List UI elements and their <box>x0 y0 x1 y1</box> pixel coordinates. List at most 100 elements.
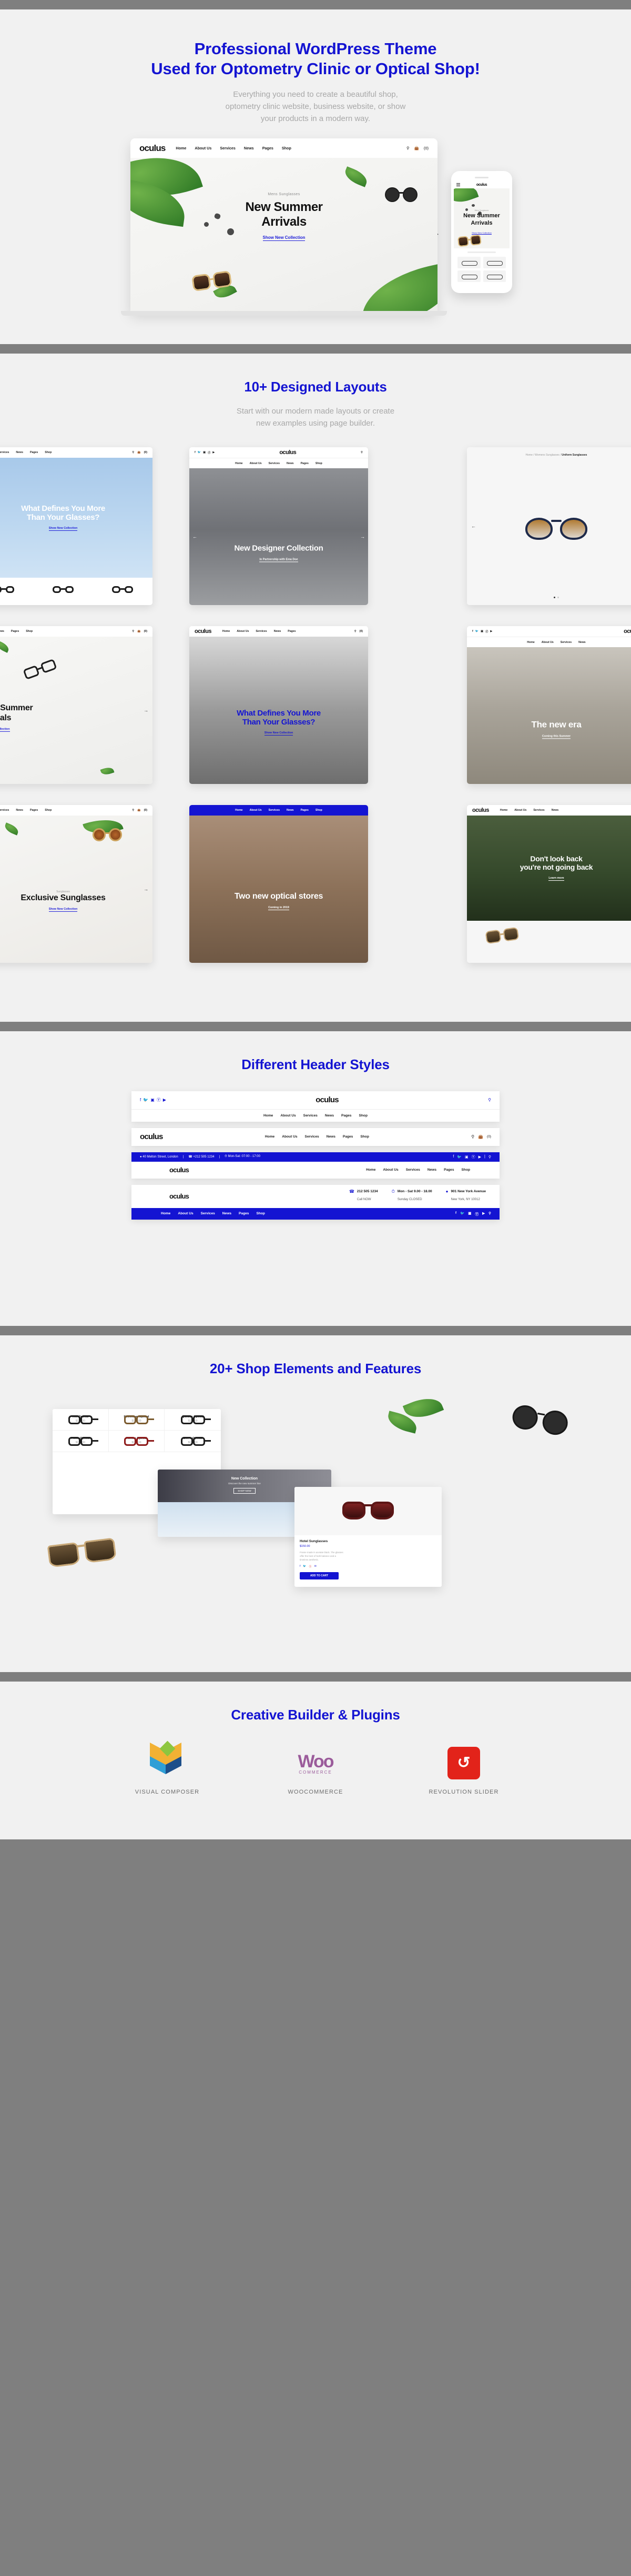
tile-cta[interactable]: Show New Collection <box>48 527 78 531</box>
search-icon[interactable]: ⚲ <box>132 451 134 454</box>
instagram-icon[interactable]: ▣ <box>481 630 483 633</box>
search-icon[interactable]: ⚲ <box>488 1098 491 1102</box>
mail-icon[interactable]: ✉ <box>314 1565 317 1568</box>
tile-cta[interactable]: In Partnership with Ema Doe <box>259 558 298 562</box>
tile-cta[interactable]: Show New Collection <box>48 908 78 912</box>
menu-item-pages[interactable]: Pages <box>11 630 19 633</box>
menu-item-home[interactable]: Home <box>263 1114 273 1118</box>
slide-cta-link[interactable]: Show New Collection <box>262 235 306 241</box>
slider-next-arrow-icon[interactable]: → <box>360 534 365 539</box>
menu-item-home[interactable]: Home <box>176 146 186 150</box>
menu-item-services[interactable]: Services <box>269 809 280 812</box>
cart-icon[interactable]: 👜 <box>137 630 140 633</box>
menu-item-news[interactable]: News <box>578 641 586 644</box>
instagram-icon[interactable]: ▣ <box>150 1098 155 1102</box>
menu-item-home[interactable]: Home <box>235 809 242 812</box>
product-cell[interactable]: Kilo Optical $120.00 <box>53 1408 109 1431</box>
twitter-icon[interactable]: 🐦 <box>460 1211 464 1216</box>
youtube-icon[interactable]: ▶ <box>163 1098 166 1102</box>
menu-item-services[interactable]: Services <box>0 451 9 454</box>
menu-item-about-us[interactable]: About Us <box>514 809 526 812</box>
menu-item-news[interactable]: News <box>327 1135 335 1139</box>
menu-item-news[interactable]: News <box>244 146 254 150</box>
instagram-icon[interactable]: ▣ <box>465 1155 469 1159</box>
layout-tile-sky-glasses[interactable]: About Us Services News Pages Shop ⚲ 👜 (0… <box>0 447 152 606</box>
twitter-icon[interactable]: 🐦 <box>143 1098 148 1102</box>
pinterest-icon[interactable]: Ⓨ <box>485 630 488 633</box>
product-cell[interactable]: November Optical $140.00 <box>108 1408 165 1431</box>
facebook-icon[interactable]: f <box>453 1155 454 1159</box>
menu-item-news[interactable]: News <box>16 809 23 812</box>
site-logo[interactable]: oculus <box>139 143 166 154</box>
site-logo[interactable]: oculus <box>279 449 296 456</box>
phone-slide-cta[interactable]: Show New Collection <box>472 232 492 235</box>
menu-item-about-us[interactable]: About Us <box>383 1168 398 1172</box>
product-cell[interactable]: Victor Optical $130.00 <box>53 1430 109 1452</box>
menu-item-services[interactable]: Services <box>220 146 236 150</box>
tile-cta[interactable]: Show New Collection <box>0 728 10 732</box>
menu-item-services[interactable]: Services <box>561 641 572 644</box>
menu-item-news[interactable]: News <box>552 809 559 812</box>
menu-item-pages[interactable]: Pages <box>30 809 38 812</box>
menu-item-shop[interactable]: Shop <box>360 1135 369 1139</box>
menu-item-pages[interactable]: Pages <box>341 1114 351 1118</box>
pinterest-icon[interactable]: Ⓨ <box>472 1154 475 1160</box>
youtube-icon[interactable]: ▶ <box>482 1211 485 1216</box>
menu-item-news[interactable]: News <box>428 1168 436 1172</box>
menu-item-shop[interactable]: Shop <box>45 451 52 454</box>
menu-item-news[interactable]: News <box>274 630 281 633</box>
site-logo[interactable]: oculus <box>169 1192 189 1200</box>
product-thumb[interactable] <box>483 256 506 268</box>
hamburger-menu-icon[interactable] <box>456 183 460 187</box>
menu-item-about-us[interactable]: About Us <box>237 630 249 633</box>
instagram-icon[interactable]: ▣ <box>203 451 206 454</box>
menu-item-shop[interactable]: Shop <box>462 1168 470 1172</box>
breadcrumb-home[interactable]: Home <box>526 454 533 457</box>
twitter-icon[interactable]: 🐦 <box>303 1565 306 1568</box>
search-icon[interactable]: ⚲ <box>132 809 134 812</box>
instagram-icon[interactable]: ▣ <box>468 1211 471 1216</box>
slider-prev-arrow-icon[interactable]: ← <box>192 534 197 539</box>
menu-item-services[interactable]: Services <box>533 809 544 812</box>
carousel-dots[interactable] <box>467 591 631 601</box>
facebook-icon[interactable]: f <box>140 1098 141 1102</box>
menu-item-services[interactable]: Services <box>269 462 280 465</box>
menu-item-shop[interactable]: Shop <box>316 809 322 812</box>
twitter-icon[interactable]: 🐦 <box>198 451 201 454</box>
layout-tile-new-era[interactable]: f 🐦 ▣ Ⓨ ▶ oculus Home About Us Services … <box>467 626 631 784</box>
menu-item-services[interactable]: Services <box>0 809 9 812</box>
search-icon[interactable]: ⚲ <box>354 630 357 633</box>
menu-item-shop[interactable]: Shop <box>282 146 291 150</box>
menu-item-pages[interactable]: Pages <box>343 1135 353 1139</box>
menu-item-home[interactable]: Home <box>265 1135 274 1139</box>
layout-tile-product-uniform[interactable]: Home / Womens Sunglasses / Uniform Sungl… <box>467 447 631 606</box>
menu-item-shop[interactable]: Shop <box>45 809 52 812</box>
site-logo[interactable]: oculus <box>195 628 211 635</box>
menu-item-news[interactable]: News <box>325 1114 334 1118</box>
menu-item-services[interactable]: Services <box>201 1212 215 1215</box>
cart-icon[interactable]: 👜 <box>137 809 140 812</box>
tile-cta[interactable]: Learn more <box>548 877 564 881</box>
menu-item-home[interactable]: Home <box>366 1168 375 1172</box>
menu-item-services[interactable]: Services <box>406 1168 420 1172</box>
product-cell[interactable]: Sierra Optical $125.00 <box>165 1431 221 1452</box>
pinterest-icon[interactable]: Ⓨ <box>309 1565 312 1568</box>
shop-product-detail-card[interactable]: Hotel Sunglasses $150.00 Frame made in a… <box>294 1486 442 1587</box>
search-icon[interactable]: ⚲ <box>488 1155 491 1159</box>
menu-item-about-us[interactable]: About Us <box>178 1212 193 1215</box>
contact-phone[interactable]: ☎ 212 505 1234 Call NOW <box>349 1189 378 1203</box>
menu-item-pages[interactable]: Pages <box>444 1168 454 1172</box>
layout-tile-exclusive-sunglasses[interactable]: About Us Services News Pages Shop ⚲ 👜 (0… <box>0 805 152 963</box>
cart-icon[interactable]: 👜 <box>414 146 419 150</box>
search-icon[interactable]: ⚲ <box>361 451 363 454</box>
pinterest-icon[interactable]: Ⓨ <box>475 1211 479 1216</box>
search-icon[interactable]: ⚲ <box>406 146 410 150</box>
tile-cta[interactable]: Show New Collection <box>264 731 293 736</box>
pinterest-icon[interactable]: Ⓨ <box>157 1097 161 1103</box>
menu-item-news[interactable]: News <box>287 809 294 812</box>
menu-item-pages[interactable]: Pages <box>262 146 273 150</box>
site-logo[interactable]: oculus <box>624 628 631 635</box>
menu-item-home[interactable]: Home <box>222 630 230 633</box>
layout-tile-designer-collection[interactable]: f 🐦 ▣ Ⓨ ▶ oculus ⚲ Home About Us Service… <box>189 447 368 606</box>
menu-item-shop[interactable]: Shop <box>359 1114 367 1118</box>
